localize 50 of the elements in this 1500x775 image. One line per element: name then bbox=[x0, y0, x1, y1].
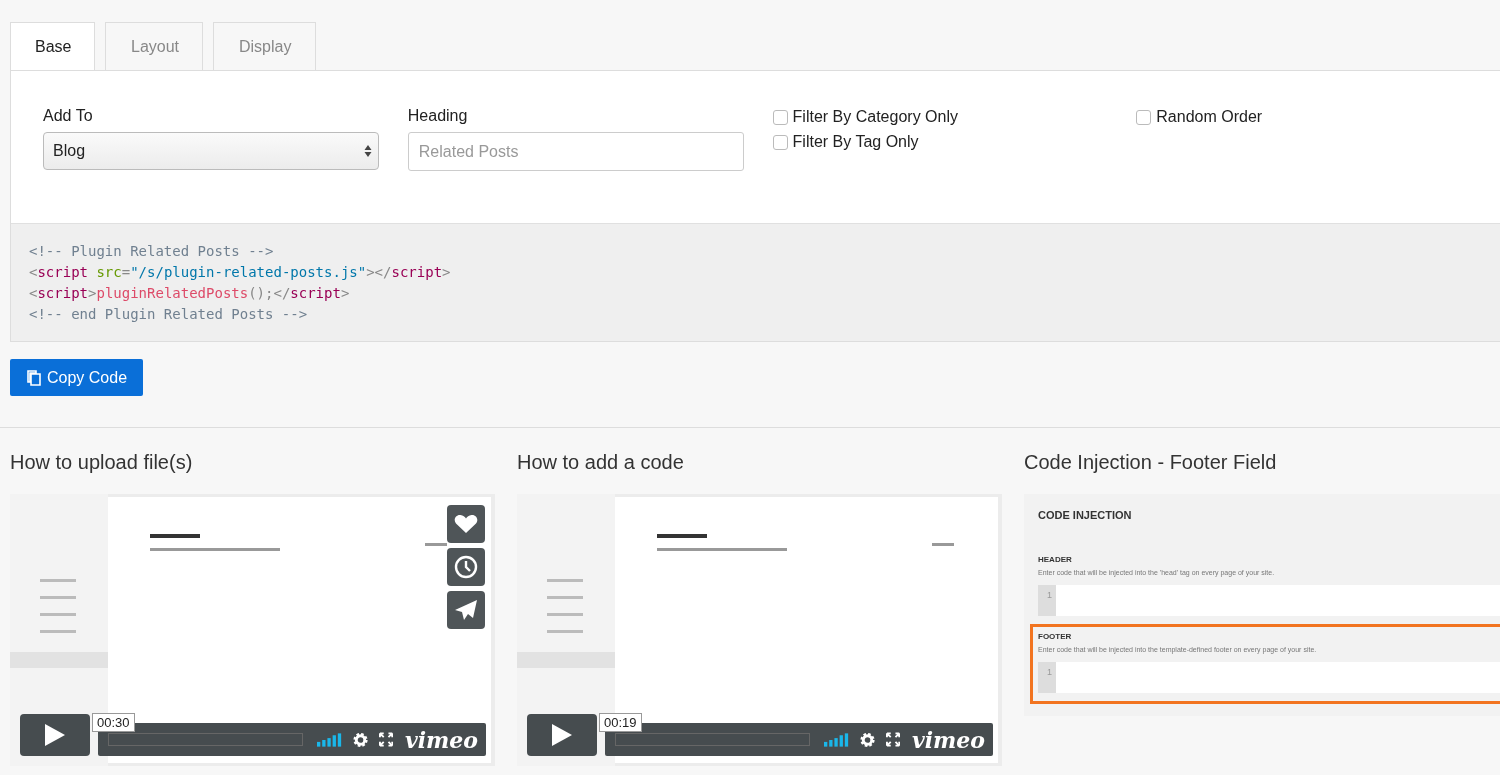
media-title: How to upload file(s) bbox=[10, 451, 194, 474]
share-button[interactable] bbox=[447, 591, 485, 629]
section-label: FOOTER bbox=[1038, 632, 1073, 641]
fullscreen-icon[interactable] bbox=[885, 732, 900, 747]
code-line: <script src="/s/plugin-related-posts.js"></script> bbox=[29, 263, 451, 282]
line-number: 1 bbox=[1038, 662, 1056, 693]
video-player[interactable]: vimeo 00:19 bbox=[517, 494, 1002, 766]
checkbox-label: Random Order bbox=[1156, 108, 1263, 126]
copy-code-button[interactable]: Copy Code bbox=[10, 359, 144, 396]
media-title: Code Injection - Footer Field bbox=[1024, 451, 1278, 474]
video-player[interactable]: vimeo 00:30 bbox=[10, 494, 495, 766]
time-tooltip: 00:19 bbox=[599, 713, 642, 732]
add-to-select[interactable]: Blog bbox=[43, 132, 379, 170]
section-label: HEADER bbox=[1038, 555, 1073, 564]
checkbox[interactable] bbox=[1136, 109, 1152, 125]
checkbox-label: Filter By Tag Only bbox=[792, 133, 919, 151]
volume-icon[interactable] bbox=[824, 732, 849, 747]
checkbox[interactable] bbox=[772, 109, 788, 125]
code-line: <!-- Plugin Related Posts --> bbox=[29, 242, 274, 261]
time-tooltip: 00:30 bbox=[92, 713, 135, 732]
play-button[interactable] bbox=[527, 714, 597, 756]
clock-icon bbox=[454, 555, 478, 579]
seek-track[interactable] bbox=[615, 733, 811, 746]
play-icon bbox=[552, 724, 572, 746]
tab[interactable]: Base bbox=[10, 22, 95, 70]
media-title: How to add a code bbox=[517, 451, 685, 474]
copy-icon bbox=[27, 369, 41, 386]
settings-icon[interactable] bbox=[858, 730, 876, 749]
field-label: Heading bbox=[407, 107, 469, 125]
updown-icon bbox=[363, 144, 372, 158]
play-button[interactable] bbox=[20, 714, 90, 756]
paper-plane-icon bbox=[454, 599, 478, 621]
code-line: <script>pluginRelatedPosts();</script> bbox=[29, 284, 350, 303]
like-button[interactable] bbox=[447, 505, 485, 543]
field-label: Add To bbox=[43, 107, 94, 125]
line-number: 1 bbox=[1038, 585, 1056, 616]
heading-input[interactable]: Related Posts bbox=[407, 132, 744, 171]
play-icon bbox=[45, 724, 65, 746]
vimeo-logo[interactable]: vimeo bbox=[404, 728, 478, 751]
seek-track[interactable] bbox=[108, 733, 304, 746]
fullscreen-icon[interactable] bbox=[378, 732, 393, 747]
vimeo-logo[interactable]: vimeo bbox=[911, 728, 985, 751]
code-line: <!-- end Plugin Related Posts --> bbox=[29, 305, 308, 324]
checkbox[interactable] bbox=[772, 134, 788, 150]
screenshot-heading: CODE INJECTION bbox=[1038, 509, 1133, 521]
watch-later-button[interactable] bbox=[447, 548, 485, 586]
settings-icon[interactable] bbox=[351, 730, 369, 749]
volume-icon[interactable] bbox=[317, 732, 342, 747]
heart-icon bbox=[454, 514, 478, 534]
checkbox-label: Filter By Category Only bbox=[792, 108, 958, 126]
